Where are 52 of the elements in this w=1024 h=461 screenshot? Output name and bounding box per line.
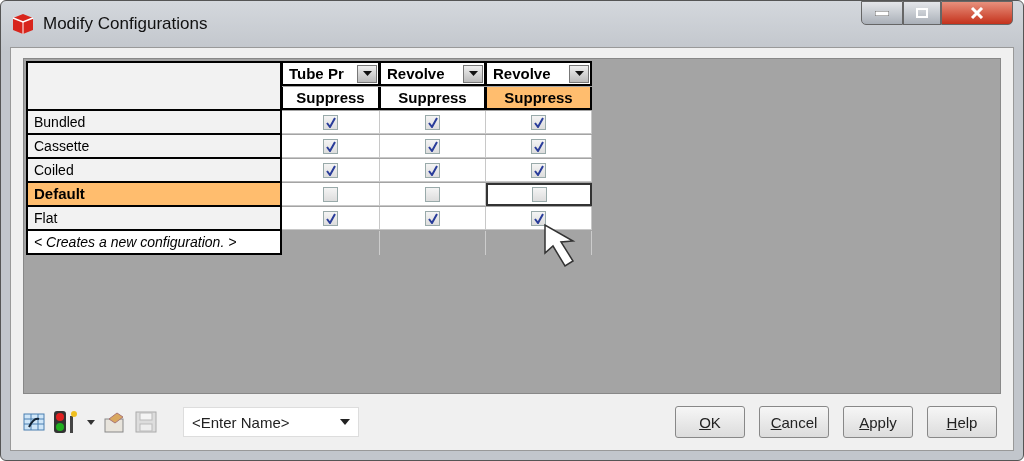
checkbox[interactable] [425, 162, 440, 178]
checkbox[interactable] [425, 138, 440, 154]
maximize-button[interactable] [903, 1, 941, 25]
checkbox[interactable] [531, 162, 546, 178]
window-title: Modify Configurations [43, 14, 208, 34]
close-icon [970, 7, 984, 19]
new-configuration-row[interactable]: < Creates a new configuration. > [26, 231, 282, 255]
checkbox[interactable] [323, 138, 338, 154]
maximize-icon [916, 8, 928, 18]
checkbox[interactable] [531, 114, 546, 130]
traffic-light-icon[interactable] [53, 410, 79, 434]
checkbox[interactable] [323, 186, 338, 202]
column-subheader[interactable]: Suppress [486, 87, 592, 110]
dialog-button[interactable]: Apply [843, 406, 913, 438]
checkbox[interactable] [323, 114, 338, 130]
minimize-button[interactable] [861, 1, 903, 25]
clipboard-icon[interactable] [103, 411, 127, 433]
row-header[interactable]: Default [26, 183, 282, 207]
close-button[interactable] [941, 1, 1013, 25]
checkbox[interactable] [425, 186, 440, 202]
dropdown-button[interactable] [569, 64, 589, 83]
row-header[interactable]: Bundled [26, 111, 282, 135]
checkbox[interactable] [531, 210, 546, 226]
checkbox[interactable] [425, 114, 440, 130]
caret-icon [340, 419, 350, 425]
dialog-button[interactable]: OK [675, 406, 745, 438]
checkbox[interactable] [531, 138, 546, 154]
caret-icon [468, 71, 478, 76]
minimize-icon [875, 10, 889, 16]
column-header[interactable]: Revolve [380, 61, 486, 86]
checkbox[interactable] [425, 210, 440, 226]
column-subheader[interactable]: Suppress [380, 87, 486, 110]
checkbox[interactable] [531, 187, 547, 202]
caret-icon [362, 71, 372, 76]
name-combo[interactable]: <Enter Name> [183, 407, 359, 437]
checkbox[interactable] [323, 162, 338, 178]
caret-icon[interactable] [87, 419, 95, 425]
row-header[interactable]: Coiled [26, 159, 282, 183]
table-icon[interactable] [23, 413, 45, 431]
dialog-button[interactable]: Cancel [759, 406, 829, 438]
row-header[interactable]: Flat [26, 207, 282, 231]
app-logo-icon [11, 13, 35, 35]
row-header[interactable]: Cassette [26, 135, 282, 159]
dropdown-button[interactable] [463, 64, 483, 83]
column-subheader[interactable]: Suppress [282, 87, 380, 110]
column-header[interactable]: Tube Pr [282, 61, 380, 86]
column-header[interactable]: Revolve [486, 61, 592, 86]
dropdown-button[interactable] [357, 64, 377, 83]
dialog-button[interactable]: Help [927, 406, 997, 438]
checkbox[interactable] [323, 210, 338, 226]
table-cell[interactable] [486, 183, 592, 206]
caret-icon [574, 71, 584, 76]
